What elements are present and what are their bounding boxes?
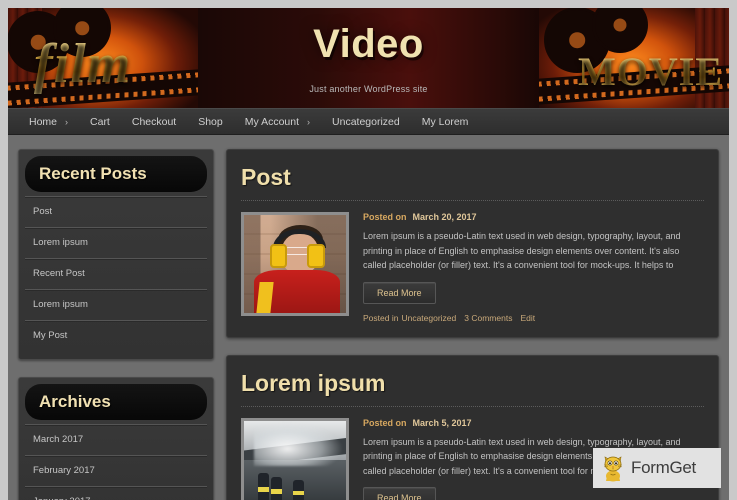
post-date-line: Posted on March 20, 2017 [363,212,704,222]
widget-archives: Archives March 2017 February 2017 Januar… [18,377,214,500]
widget-title-archives: Archives [25,384,207,420]
chevron-right-icon: › [307,116,311,127]
post-date[interactable]: March 20, 2017 [413,212,477,222]
nav-item-cart[interactable]: Cart [79,116,121,128]
post-meta: Posted in Uncategorized 3 Comments Edit [363,313,704,323]
nav-label: Home [29,115,58,128]
image-ear-cup-right [307,244,325,268]
primary-navigation: Home › Cart Checkout Shop My Account › U… [8,108,729,135]
image-ear-cup-left [269,244,287,268]
post-title[interactable]: Post [241,164,704,191]
recent-posts-list: Post Lorem ipsum Recent Post Lorem ipsum… [25,196,207,351]
nav-label: Cart [90,115,110,128]
list-item: Lorem ipsum [25,289,207,320]
nav-label: Checkout [131,115,177,128]
list-item: Lorem ipsum [25,227,207,258]
site-tagline: Just another WordPress site [309,84,428,94]
read-more-button[interactable]: Read More [363,281,436,304]
nav-item-my-lorem[interactable]: My Lorem [411,116,480,128]
archives-list: March 2017 February 2017 January 2017 [25,424,207,500]
post-date-line: Posted on March 5, 2017 [363,418,704,428]
post-title[interactable]: Lorem ipsum [241,370,704,397]
thumbnail-image-firefighters [244,420,346,500]
site-header-banner: film Video Just another WordPress site M… [8,8,729,108]
image-glasses [284,247,310,256]
post-comments-link[interactable]: 3 Comments [464,313,512,323]
list-item: January 2017 [25,486,207,500]
banner-center: Video Just another WordPress site [198,8,539,108]
posted-in-label: Posted in [363,312,399,323]
image-firefighter [258,472,270,500]
nav-item-checkout[interactable]: Checkout [121,116,187,128]
widget-title-recent-posts: Recent Posts [25,156,207,192]
list-item: Post [25,196,207,227]
post-card: Post Posted on March 20, 2017 Lorem ipsu… [226,149,719,338]
site-title[interactable]: Video [198,22,539,67]
recent-post-link[interactable]: Lorem ipsum [25,228,207,258]
post-body: Posted on March 20, 2017 Lorem ipsum is a… [241,212,704,323]
image-firefighter [270,476,282,500]
nav-item-shop[interactable]: Shop [187,116,234,128]
archive-link[interactable]: March 2017 [25,425,207,455]
chevron-right-icon: › [65,116,69,127]
content-wrapper: Recent Posts Post Lorem ipsum Recent Pos… [8,135,729,500]
list-item: Recent Post [25,258,207,289]
nav-item-my-account[interactable]: My Account › [234,116,321,128]
post-text: Posted on March 20, 2017 Lorem ipsum is a… [363,212,704,323]
list-item: My Post [25,320,207,351]
banner-left-word: film [34,33,132,95]
post-thumbnail[interactable] [241,212,349,316]
post-category-link[interactable]: Uncategorized [401,313,456,323]
recent-post-link[interactable]: Recent Post [25,259,207,289]
watermark-label: FormGet [631,458,696,477]
banner-left-image: film [8,8,198,108]
nav-label: Uncategorized [332,115,400,128]
thumbnail-image-headphones [244,215,346,313]
banner-right-word: MOVIE [578,49,723,94]
formget-watermark: FormGet [593,448,721,488]
nav-item-home[interactable]: Home › [18,116,79,128]
widget-recent-posts: Recent Posts Post Lorem ipsum Recent Pos… [18,149,214,360]
image-firefighter [292,480,305,500]
post-edit-link[interactable]: Edit [520,313,535,323]
list-item: February 2017 [25,455,207,486]
recent-post-link[interactable]: My Post [25,321,207,351]
archive-link[interactable]: January 2017 [25,487,207,500]
nav-label: My Account [244,115,300,128]
posted-on-label: Posted on [363,212,407,222]
image-smoke [254,422,342,466]
post-excerpt: Lorem ipsum is a pseudo-Latin text used … [363,231,681,271]
page-container: film Video Just another WordPress site M… [8,8,729,500]
divider [241,405,704,407]
recent-post-link[interactable]: Lorem ipsum [25,290,207,320]
banner-right-image: MOVIE [539,8,729,108]
list-item: March 2017 [25,424,207,455]
posted-on-label: Posted on [363,417,407,428]
nav-item-uncategorized[interactable]: Uncategorized [321,116,411,128]
cat-mascot-icon [604,456,622,482]
post-thumbnail[interactable] [241,417,349,500]
archive-link[interactable]: February 2017 [25,456,207,486]
read-more-button[interactable]: Read More [363,487,436,500]
post-date[interactable]: March 5, 2017 [413,418,472,428]
sidebar: Recent Posts Post Lorem ipsum Recent Pos… [18,149,214,500]
divider [241,200,704,201]
nav-label: My Lorem [421,115,469,128]
recent-post-link[interactable]: Post [25,197,207,227]
nav-label: Shop [198,115,223,128]
